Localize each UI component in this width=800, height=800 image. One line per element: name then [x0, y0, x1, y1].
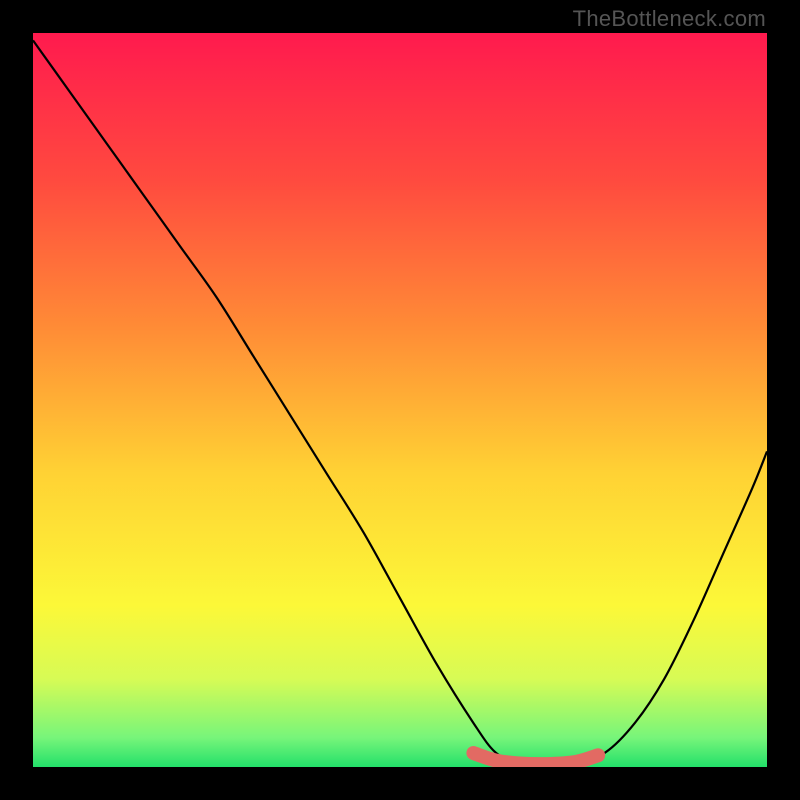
plot-area [33, 33, 767, 767]
curve-layer [33, 33, 767, 767]
chart-container: TheBottleneck.com [0, 0, 800, 800]
watermark-text: TheBottleneck.com [573, 6, 766, 32]
optimal-band-highlight [473, 753, 598, 764]
bottleneck-curve [33, 40, 767, 764]
